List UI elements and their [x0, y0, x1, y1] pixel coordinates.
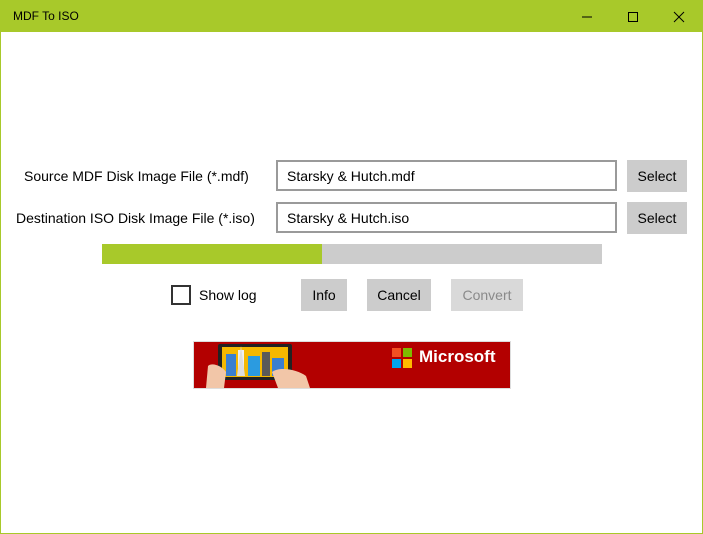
- show-log-label: Show log: [199, 287, 257, 303]
- destination-path-input[interactable]: [276, 202, 617, 233]
- info-button[interactable]: Info: [301, 279, 347, 311]
- conversion-progress-bar: [102, 244, 602, 264]
- source-select-button[interactable]: Select: [627, 160, 687, 192]
- source-label: Source MDF Disk Image File (*.mdf): [24, 168, 249, 184]
- minimize-icon: [582, 16, 592, 17]
- close-icon: [673, 11, 685, 22]
- show-log-checkbox[interactable]: [171, 285, 191, 305]
- maximize-button[interactable]: [610, 1, 656, 32]
- ad-brand-text: Microsoft: [419, 347, 496, 366]
- advertisement-banner[interactable]: Microsoft: [193, 341, 511, 389]
- cancel-button[interactable]: Cancel: [367, 279, 431, 311]
- minimize-button[interactable]: [564, 1, 610, 32]
- close-button[interactable]: [656, 1, 702, 32]
- progress-fill: [102, 244, 322, 264]
- source-path-input[interactable]: [276, 160, 617, 191]
- destination-select-button[interactable]: Select: [627, 202, 687, 234]
- window-title: MDF To ISO: [13, 9, 79, 23]
- app-window: MDF To ISO Source MDF Disk Image File (*…: [0, 0, 703, 534]
- convert-button[interactable]: Convert: [451, 279, 523, 311]
- title-bar: MDF To ISO: [1, 1, 702, 32]
- maximize-icon: [628, 11, 638, 22]
- destination-label: Destination ISO Disk Image File (*.iso): [16, 210, 255, 226]
